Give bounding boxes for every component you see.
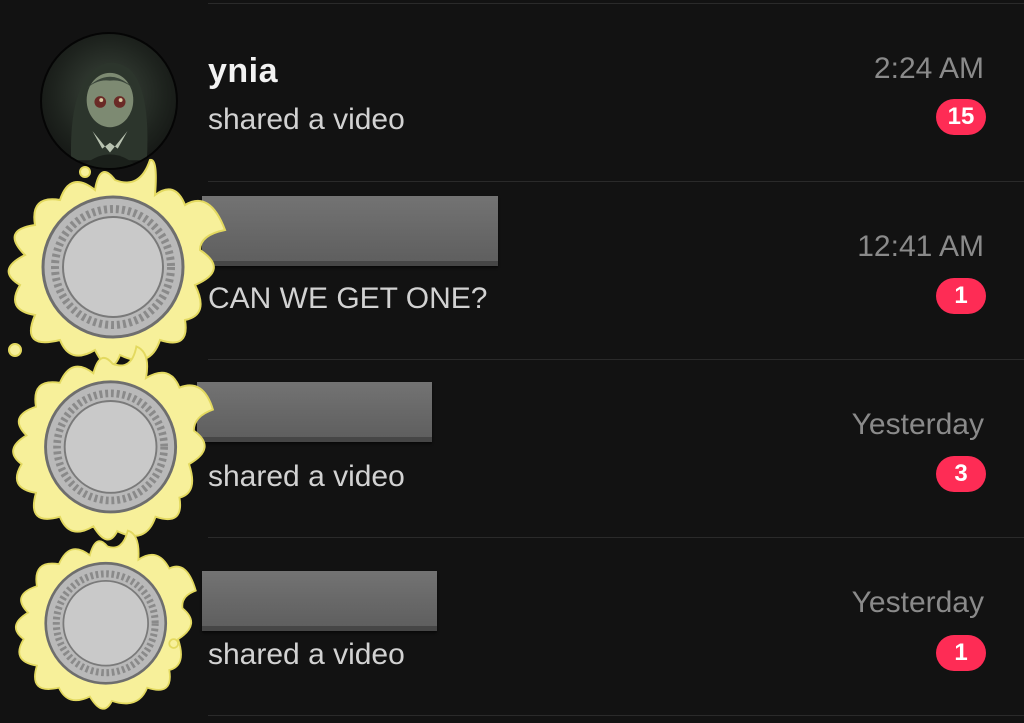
timestamp: 12:41 AM <box>857 230 984 263</box>
inbox-message-list: ynia shared a video 2:24 AM 15 CAN WE GE… <box>0 0 1024 723</box>
contact-name: ynia <box>208 52 279 90</box>
anime-girl-avatar-icon <box>70 62 148 168</box>
message-preview: shared a video <box>208 460 405 493</box>
unread-badge: 15 <box>936 99 986 135</box>
redacted-name-block <box>197 382 432 442</box>
unread-badge: 1 <box>936 635 986 671</box>
timestamp: 2:24 AM <box>873 52 984 85</box>
message-preview: shared a video <box>208 103 405 136</box>
redacted-name-block <box>202 571 437 631</box>
message-preview: shared a video <box>208 638 405 671</box>
unread-badge: 3 <box>936 456 986 492</box>
redacted-name-block <box>202 196 498 266</box>
timestamp: Yesterday <box>851 586 984 619</box>
coin-splash-sticker-icon <box>15 529 197 710</box>
timestamp: Yesterday <box>851 408 984 441</box>
message-preview: CAN WE GET ONE? <box>208 282 488 315</box>
unread-badge: 1 <box>936 278 986 314</box>
avatar[interactable] <box>0 520 215 723</box>
divider <box>208 715 1024 716</box>
